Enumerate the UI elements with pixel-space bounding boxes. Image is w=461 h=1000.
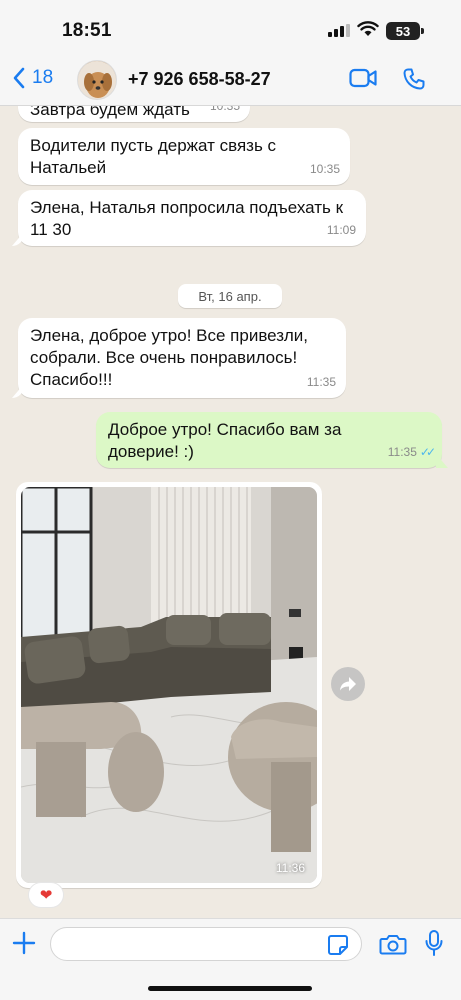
message-time: 10:35 [209, 106, 240, 113]
message-bubble-outgoing[interactable]: Доброе утро! Спасибо вам за доверие! :) … [96, 412, 442, 468]
battery-level: 53 [395, 23, 411, 39]
date-separator: Вт, 16 апр. [178, 284, 282, 308]
back-button[interactable]: 18 [12, 66, 53, 90]
video-call-icon[interactable] [349, 68, 377, 88]
back-chevron-icon [13, 67, 25, 89]
message-text: Элена, доброе утро! Все привезли, собрал… [30, 326, 308, 389]
wifi-icon [357, 21, 379, 36]
unread-count: 18 [32, 67, 54, 88]
phone-icon[interactable] [402, 67, 426, 91]
message-text: Доброе утро! Спасибо вам за доверие! :) [108, 420, 342, 461]
sofa-photo[interactable]: 11:36 [21, 487, 317, 883]
heart-reaction[interactable]: ❤ [28, 882, 64, 908]
message-text: Водители пусть держат связь с Натальей [30, 136, 277, 177]
message-bubble-incoming[interactable]: Элена, Наталья попросила подъехать к 11 … [18, 190, 366, 246]
plus-icon[interactable] [12, 931, 36, 955]
status-bar: 18:51 53 [0, 0, 461, 58]
message-time-with-status: 11:35 ✓✓ [387, 441, 436, 463]
status-time: 18:51 [62, 20, 112, 41]
photo-time: 11:36 [275, 861, 305, 875]
message-input-bar [0, 918, 461, 1000]
read-receipt-icon: ✓✓ [419, 445, 436, 459]
camera-icon[interactable] [379, 932, 407, 956]
chat-header: 18 +7 926 658-58-27 [0, 58, 461, 106]
sticker-icon[interactable] [327, 934, 349, 956]
signal-icon [328, 24, 350, 37]
forward-icon [340, 677, 356, 691]
message-input[interactable] [50, 927, 362, 961]
avatar[interactable] [77, 60, 117, 100]
message-text: Элена, Наталья попросила подъехать к 11 … [30, 198, 344, 239]
message-bubble-incoming[interactable]: Водители пусть держат связь с Натальей 1… [18, 128, 350, 185]
home-indicator [148, 986, 312, 991]
microphone-icon[interactable] [424, 929, 444, 957]
message-text: Завтра будем ждать [30, 106, 190, 119]
message-time: 11:35 [387, 445, 417, 459]
photo-message[interactable]: 11:36 [16, 482, 322, 888]
message-bubble-incoming[interactable]: Элена, доброе утро! Все привезли, собрал… [18, 318, 346, 398]
avatar-dog-image [78, 61, 116, 99]
message-time: 11:09 [326, 223, 356, 237]
heart-icon: ❤ [39, 887, 53, 904]
message-bubble-incoming[interactable]: Завтра будем ждать 10:35 [18, 106, 250, 122]
message-time: 10:35 [309, 162, 340, 176]
chat-area[interactable]: Завтра будем ждать 10:35 Водители пусть … [0, 106, 461, 918]
contact-name[interactable]: +7 926 658-58-27 [128, 69, 271, 90]
message-time: 11:35 [306, 375, 336, 389]
forward-button[interactable] [331, 667, 365, 701]
battery-icon: 53 [386, 22, 424, 40]
